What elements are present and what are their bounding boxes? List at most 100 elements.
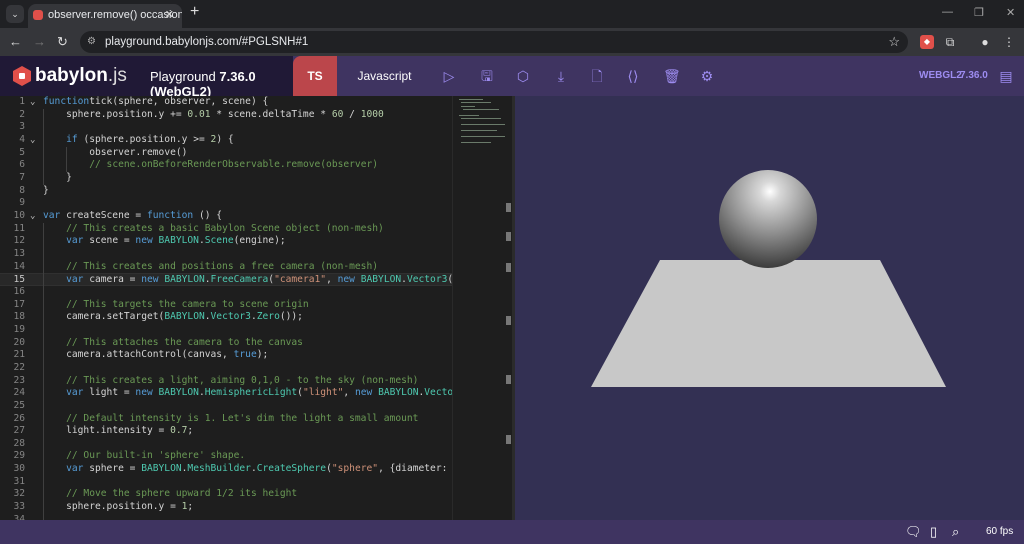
code-line[interactable]: 13 [0, 248, 452, 261]
scroll-marker [506, 263, 511, 272]
code-token: (sphere.position.y >= [77, 133, 211, 145]
code-token: // Our built-in 'sphere' shape. [66, 450, 246, 462]
bookmark-star-icon[interactable]: ☆ [888, 31, 900, 53]
code-token: BABYLON [164, 311, 205, 323]
line-number: 19 [13, 323, 25, 335]
code-line[interactable]: 24 var light = new BABYLON.HemisphericLig… [0, 387, 452, 400]
code-text: // This creates a light, aiming 0,1,0 - … [66, 375, 418, 388]
code-line[interactable]: 6 // scene.onBeforeRenderObservable.remov… [0, 159, 452, 172]
playground-label: Playground [150, 69, 216, 84]
docs-icon[interactable]: ▯ [930, 524, 937, 540]
tab-search-button[interactable]: ⌄ [6, 5, 24, 23]
editor-scrollbar[interactable] [505, 96, 512, 520]
address-bar[interactable]: ⚙ playground.babylonjs.com/#PGLSNH#1 ☆ [80, 31, 908, 53]
code-editor[interactable]: 1 ⌄ functiontick(sphere, observer, scene) … [0, 96, 452, 520]
code-line[interactable]: 10 ⌄ var createScene = function () { [0, 210, 452, 223]
code-line[interactable]: 21 camera.attachControl(canvas, true); [0, 349, 452, 362]
browser-tab-active[interactable]: observer.remove() occasionally ✕ [28, 4, 182, 28]
code-line[interactable]: 31 [0, 476, 452, 489]
clear-trash-icon[interactable]: 🗑 [663, 68, 681, 84]
code-token: * scene.deltaTime * [210, 108, 332, 120]
close-window-button[interactable]: ✕ [1006, 6, 1015, 19]
new-tab-button[interactable]: + [190, 3, 199, 21]
minimize-button[interactable]: — [942, 6, 953, 18]
code-minimap[interactable] [452, 96, 505, 520]
code-line[interactable]: 23 // This creates a light, aiming 0,1,0 … [0, 375, 452, 388]
code-line[interactable]: 20 // This attaches the camera to the can… [0, 337, 452, 350]
code-token: HemisphericLight [204, 387, 298, 399]
code-token: scene = [83, 235, 136, 247]
code-token: FreeCamera [210, 274, 269, 286]
line-number: 22 [13, 361, 25, 373]
code-line[interactable]: 7} [0, 172, 452, 185]
code-line[interactable]: 8} [0, 185, 452, 198]
save-icon[interactable]: 🖫 [479, 68, 495, 84]
code-line[interactable]: 17 // This targets the camera to scene or… [0, 299, 452, 312]
code-line[interactable]: 11 // This creates a basic Babylon Scene … [0, 223, 452, 236]
code-token: (engine); [233, 235, 286, 247]
code-token: new [135, 387, 153, 399]
site-info-icon[interactable]: ⚙ [87, 31, 96, 53]
code-line[interactable]: 4 ⌄ if (sphere.position.y >= 2) { [0, 134, 452, 147]
code-text: if (sphere.position.y >= 2) { [66, 134, 234, 147]
code-line[interactable]: 14 // This creates and positions a free c… [0, 261, 452, 274]
code-token: // This creates a light, aiming 0,1,0 - … [66, 374, 419, 386]
tab-javascript[interactable]: Javascript [337, 56, 432, 96]
reload-button[interactable]: ↻ [57, 34, 68, 50]
line-number: 3 [19, 121, 25, 133]
extensions-puzzle-icon[interactable]: ⧉ [943, 35, 957, 49]
close-tab-icon[interactable]: ✕ [165, 4, 174, 26]
forward-button[interactable]: → [33, 34, 46, 49]
code-token: CreateSphere [256, 463, 327, 475]
profile-icon[interactable]: ● [978, 35, 992, 49]
code-line[interactable]: 18 camera.setTarget(BABYLON.Vector3.Zero(… [0, 311, 452, 324]
restore-button[interactable]: ❐ [974, 6, 984, 19]
code-line[interactable]: 1 ⌄ functiontick(sphere, observer, scene) … [0, 96, 452, 109]
settings-gear-icon[interactable]: ⚙ [699, 68, 715, 84]
code-line[interactable]: 33 sphere.position.y = 1; [0, 501, 452, 514]
code-line[interactable]: 25 [0, 400, 452, 413]
fold-chevron-icon[interactable]: ⌄ [30, 210, 35, 223]
line-number: 33 [13, 501, 25, 513]
code-line[interactable]: 26 // Default intensity is 1. Let's dim t… [0, 413, 452, 426]
run-play-icon[interactable]: ▷ [441, 68, 457, 84]
back-button[interactable]: ← [9, 34, 22, 49]
code-line[interactable]: 29 // Our built-in 'sphere' shape. [0, 450, 452, 463]
download-icon[interactable]: ⤓ [553, 68, 569, 84]
new-file-icon[interactable]: 🗋 [589, 68, 605, 84]
line-number: 10 [13, 209, 25, 221]
code-line[interactable]: 28 [0, 438, 452, 451]
babylon-extension-icon[interactable]: ◆ [920, 35, 934, 49]
code-line[interactable]: 9 [0, 197, 452, 210]
code-line[interactable]: 3 [0, 121, 452, 134]
tab-typescript[interactable]: TS [293, 56, 337, 96]
line-number: 32 [13, 488, 25, 500]
examples-icon[interactable]: ▤ [998, 68, 1014, 84]
engine-selector[interactable]: WEBGL2 [919, 70, 962, 81]
line-number: 1 [19, 96, 25, 107]
fold-chevron-icon[interactable]: ⌄ [30, 134, 35, 147]
code-line[interactable]: 5 observer.remove() [0, 147, 452, 160]
feedback-icon[interactable]: 🗨 [905, 524, 922, 540]
line-number: 14 [13, 260, 25, 272]
code-line[interactable]: 19 [0, 324, 452, 337]
code-line[interactable]: 32 // Move the sphere upward 1/2 its heig… [0, 488, 452, 501]
browser-menu-icon[interactable]: ⋮ [1002, 35, 1016, 49]
code-line[interactable]: 22 [0, 362, 452, 375]
render-canvas[interactable] [515, 96, 1024, 520]
brand-name[interactable]: babylon.js [35, 65, 127, 87]
inspector-cube-icon[interactable]: ⬡ [515, 68, 531, 84]
search-icon[interactable]: ⌕ [952, 524, 959, 540]
code-line[interactable]: 16 [0, 286, 452, 299]
code-token: ); [256, 349, 269, 361]
code-line[interactable]: 15 var camera = new BABYLON.FreeCamera("c… [0, 273, 452, 286]
playground-header: babylon.js Playground 7.36.0 (WebGL2) TS… [0, 56, 1024, 99]
code-line[interactable]: 30 var sphere = BABYLON.MeshBuilder.Creat… [0, 463, 452, 476]
version-selector[interactable]: 7.36.0 [960, 70, 988, 81]
code-line[interactable]: 27 light.intensity = 0.7; [0, 425, 452, 438]
line-number: 7 [19, 171, 25, 183]
code-line[interactable]: 2 sphere.position.y += 0.01 * scene.delta… [0, 109, 452, 122]
fold-chevron-icon[interactable]: ⌄ [30, 96, 35, 109]
code-line[interactable]: 12 var scene = new BABYLON.Scene(engine); [0, 235, 452, 248]
code-format-icon[interactable]: ⟨⟩ [625, 68, 641, 84]
